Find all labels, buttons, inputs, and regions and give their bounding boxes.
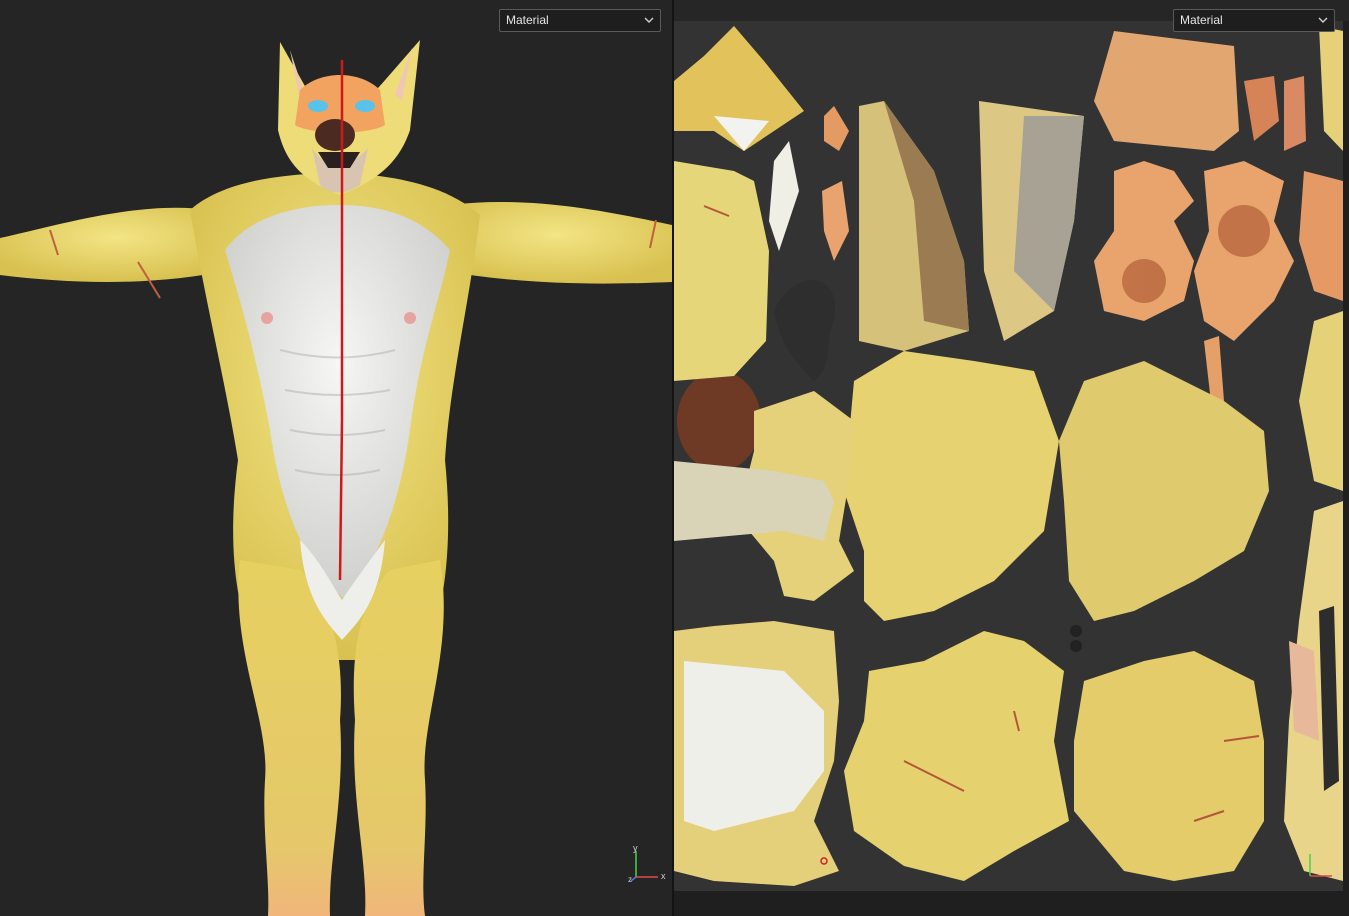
- uv-axis-gizmo-icon: u v: [1304, 848, 1344, 882]
- uv-axis-label-u: u: [1334, 870, 1339, 879]
- uv-shading-mode-dropdown[interactable]: Material: [1173, 9, 1335, 32]
- axis-label-x: x: [661, 871, 666, 881]
- axis-label-y: y: [633, 843, 638, 853]
- uv-canvas[interactable]: [674, 21, 1343, 891]
- shading-mode-dropdown[interactable]: Material: [499, 9, 661, 32]
- uv-shading-mode-label: Material: [1180, 13, 1223, 27]
- 3d-viewport[interactable]: Material x y z: [0, 0, 672, 916]
- shading-mode-label: Material: [506, 13, 549, 27]
- axis-label-z: z: [628, 875, 632, 884]
- uv-islands[interactable]: [674, 21, 1343, 891]
- uv-axis-label-v: v: [1313, 848, 1317, 857]
- character-model[interactable]: [0, 0, 672, 916]
- chevron-down-icon: [1318, 10, 1328, 31]
- chevron-down-icon: [644, 10, 654, 31]
- uv-editor[interactable]: Material u v: [674, 0, 1349, 916]
- axis-gizmo-icon: x y z: [628, 843, 668, 885]
